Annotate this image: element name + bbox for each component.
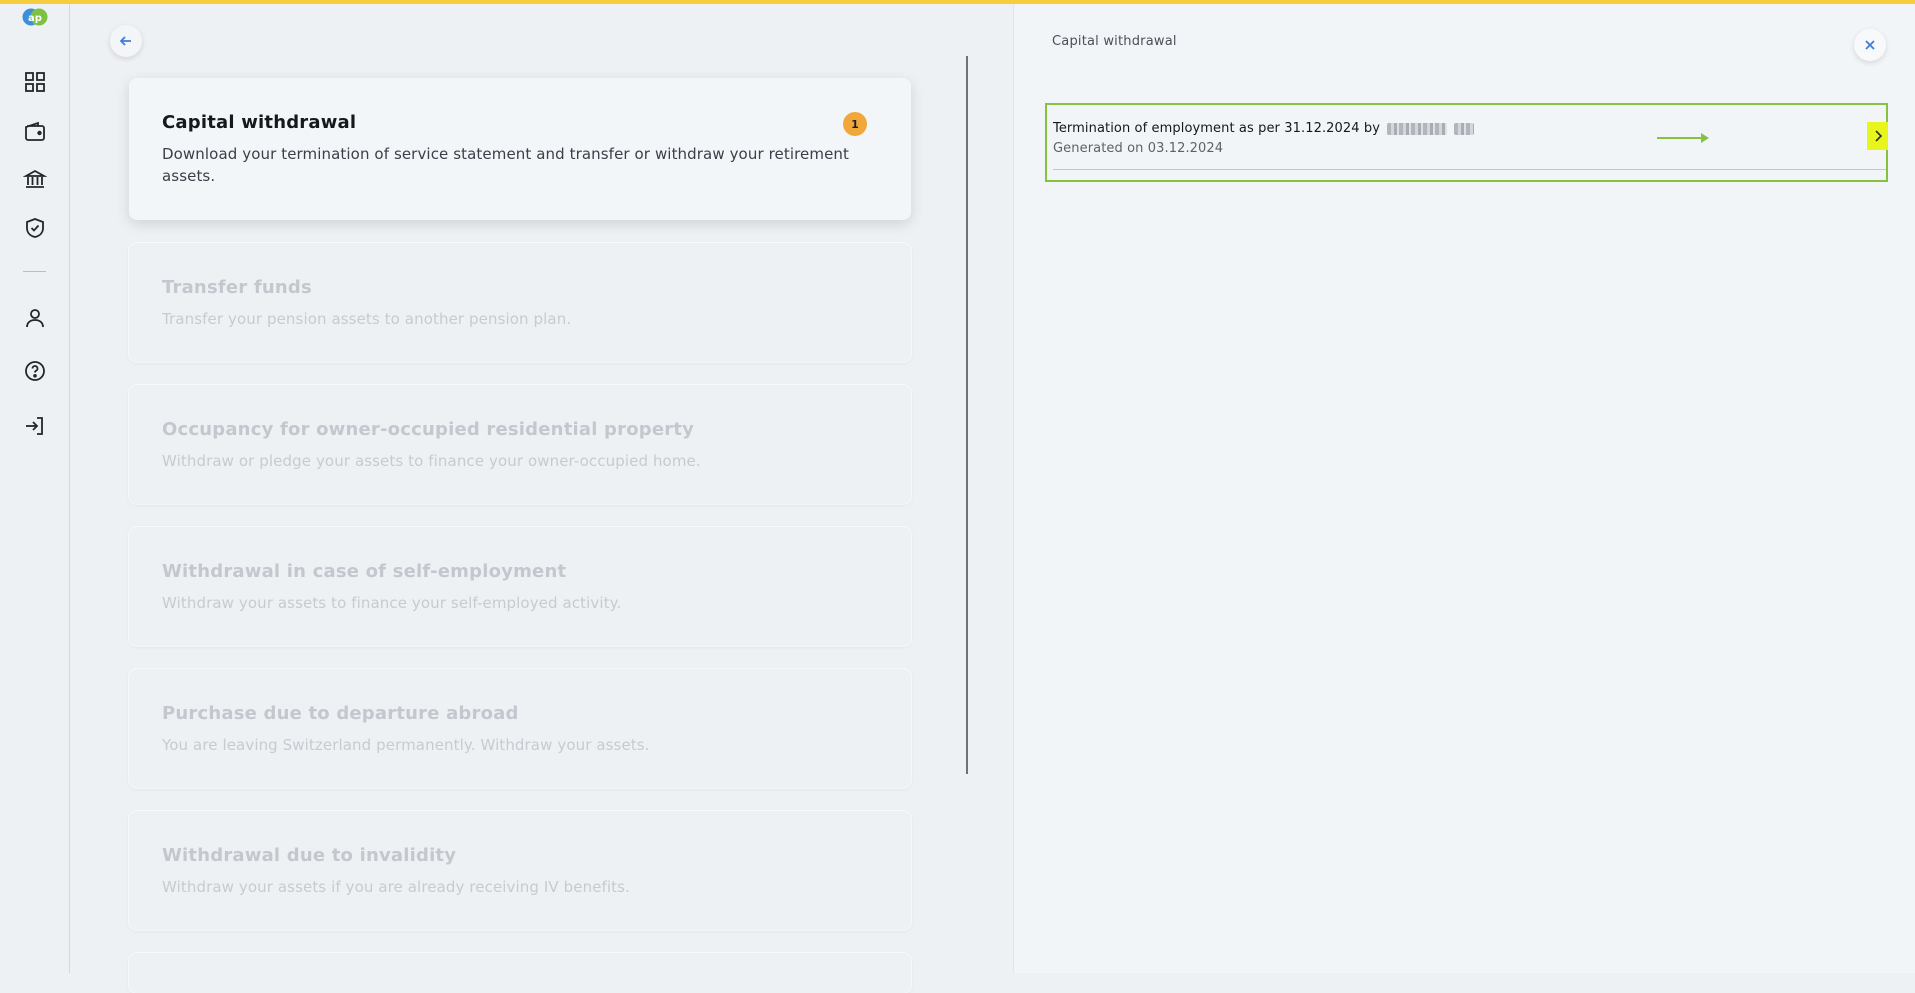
card-description: You are leaving Switzerland permanently.… [162, 736, 650, 754]
panel-title: Capital withdrawal [1052, 34, 1177, 49]
detail-panel: Capital withdrawal Termination of employ… [1013, 4, 1915, 973]
card-description: Transfer your pension assets to another … [162, 310, 572, 328]
redacted-name [1387, 122, 1448, 135]
card-self-employment[interactable]: Withdrawal in case of self-employment Wi… [129, 527, 911, 646]
card-description: Withdraw your assets to finance your sel… [162, 594, 622, 612]
card-description: Download your termination of service sta… [162, 145, 849, 185]
card-title: Withdrawal in case of self-employment [162, 561, 567, 582]
card-title: Withdrawal due to invalidity [162, 845, 457, 866]
redacted-name [1453, 122, 1474, 135]
document-item[interactable]: Termination of employment as per 31.12.2… [1045, 103, 1888, 182]
card-invalidity[interactable]: Withdrawal due to invalidity Withdraw yo… [129, 811, 911, 930]
annotation-arrow-head [1701, 133, 1709, 143]
card-description: Withdraw your assets if you are already … [162, 878, 630, 896]
open-document-button[interactable] [1867, 122, 1888, 150]
card-title: Purchase due to departure abroad [162, 703, 519, 724]
close-icon [1865, 40, 1875, 50]
back-button[interactable] [110, 25, 142, 57]
card-description: Withdraw or pledge your assets to financ… [162, 452, 701, 470]
card-title: Capital withdrawal [162, 112, 357, 133]
card-title: Transfer funds [162, 277, 312, 298]
card-owner-occupied-property[interactable]: Occupancy for owner-occupied residential… [129, 385, 911, 504]
chevron-right-icon [1874, 130, 1882, 142]
arrow-left-icon [119, 36, 131, 46]
close-button[interactable] [1854, 29, 1886, 61]
annotation-arrow [1657, 137, 1705, 139]
card-capital-withdrawal[interactable]: Capital withdrawal Download your termina… [129, 78, 911, 220]
divider [1053, 169, 1886, 170]
card-next[interactable] [129, 953, 911, 993]
scrollbar[interactable] [966, 56, 968, 774]
document-generated-date: Generated on 03.12.2024 [1053, 141, 1224, 156]
notification-badge: 1 [843, 112, 867, 136]
card-title: Occupancy for owner-occupied residential… [162, 419, 695, 440]
card-departure-abroad[interactable]: Purchase due to departure abroad You are… [129, 669, 911, 788]
document-title: Termination of employment as per 31.12.2… [1053, 121, 1474, 136]
service-list: Capital withdrawal Download your termina… [0, 0, 1010, 993]
card-transfer-funds[interactable]: Transfer funds Transfer your pension ass… [129, 243, 911, 362]
